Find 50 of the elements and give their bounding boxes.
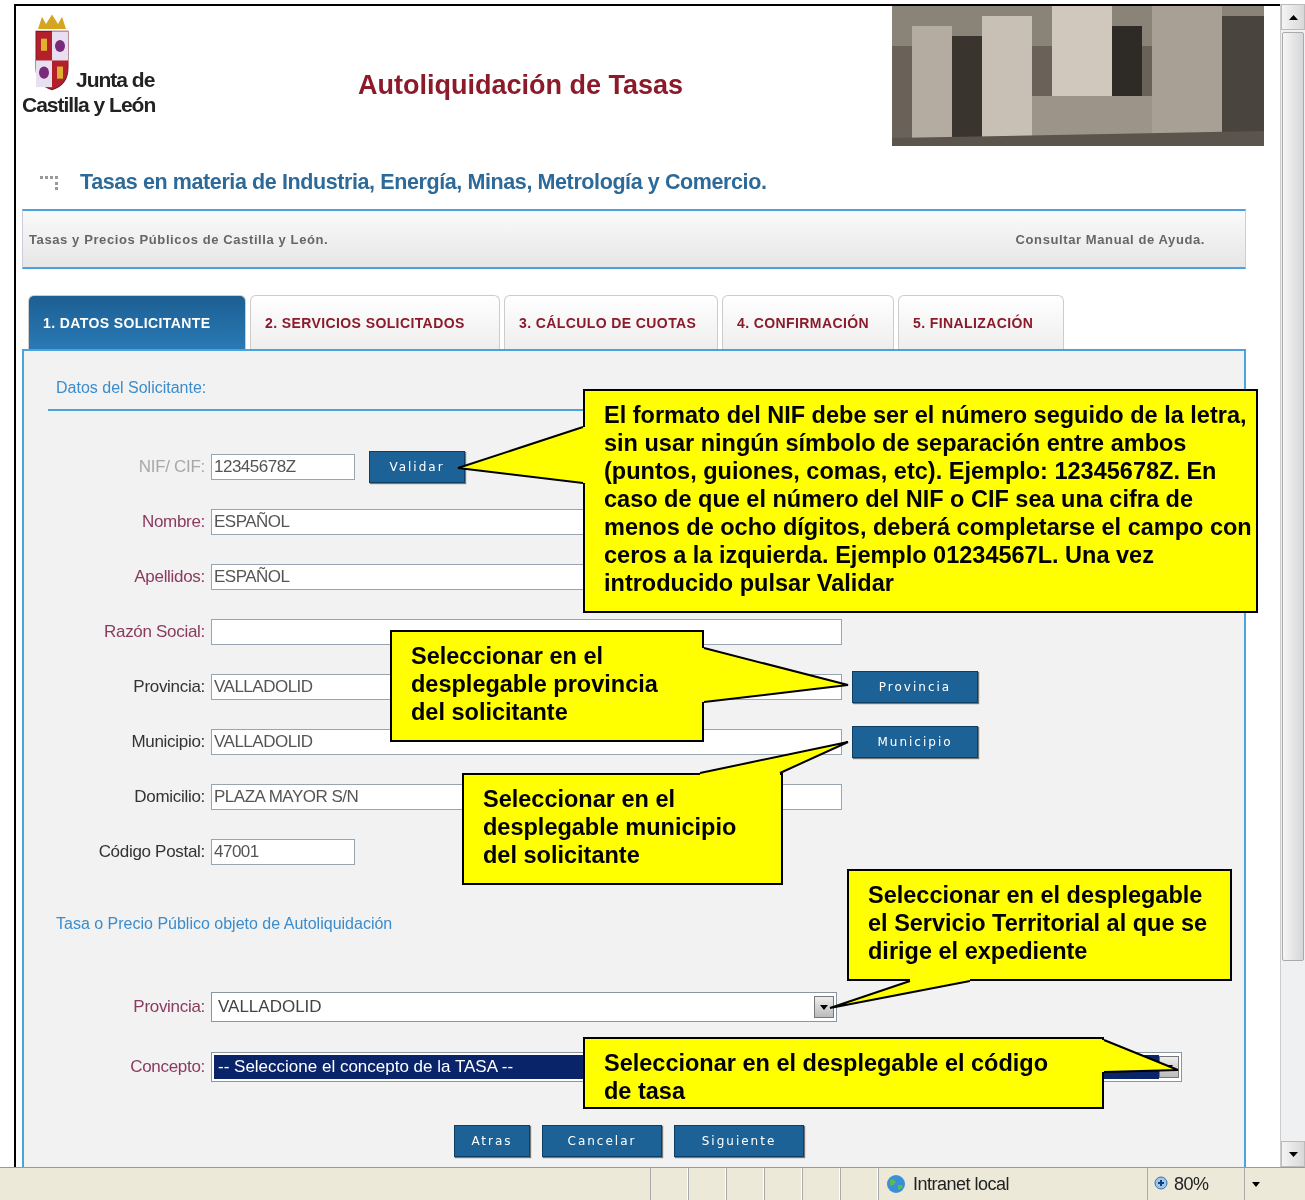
nav-button[interactable]: Atras [454, 1125, 530, 1157]
step-tab[interactable]: 4. CONFIRMACIÓN [722, 295, 894, 349]
field-label: Provincia: [132, 676, 205, 697]
validate-button[interactable]: Provincia [852, 670, 978, 703]
section-heading: Tasa o Precio Público objeto de Autoliquidación [55, 915, 393, 934]
zoom-level[interactable]: 80% [1174, 1173, 1209, 1195]
coat-of-arms-icon [32, 12, 72, 92]
step-tab[interactable]: 1. DATOS SOLICITANTE [28, 295, 246, 349]
dropdown[interactable]: VALLADOLID [211, 992, 837, 1022]
logo-text: Castilla y León [22, 92, 157, 117]
hint-tooltip: Seleccionar en el desplegable provincia del solicitante [390, 630, 704, 742]
input-field[interactable]: 47001 [211, 838, 355, 865]
step-tab[interactable]: 3. CÁLCULO DE CUOTAS [504, 295, 718, 349]
validate-button[interactable]: Municipio [852, 725, 978, 758]
nav-button[interactable]: Siguiente [674, 1125, 804, 1157]
globe-icon [885, 1173, 907, 1195]
scroll-down-icon[interactable] [1281, 1141, 1305, 1167]
status-pane [802, 1168, 840, 1200]
field-label: Municipio: [130, 731, 205, 752]
field-label: Código Postal: [97, 841, 205, 862]
input-field[interactable]: 12345678Z [211, 453, 355, 480]
breadcrumb-text: Tasas y Precios Públicos de Castilla y León. [29, 231, 329, 247]
status-pane [650, 1168, 688, 1200]
status-pane [840, 1168, 878, 1200]
help-link[interactable]: Consultar Manual de Ayuda. [1015, 231, 1205, 247]
section-title: Tasas en materia de Industria, Energía, Minas, Metrología y Comercio. [80, 170, 767, 195]
page-title: Autoliquidación de Tasas [358, 70, 685, 101]
scroll-thumb[interactable] [1282, 32, 1304, 961]
field-label: Razón Social: [103, 621, 205, 642]
validate-button[interactable]: Validar [369, 450, 465, 483]
status-pane [688, 1168, 726, 1200]
field-label: Nombre: [140, 511, 205, 532]
field-label: Concepto: [129, 1057, 205, 1077]
step-tab[interactable]: 5. FINALIZACIÓN [898, 295, 1064, 349]
field-label: NIF/ CIF: [137, 456, 205, 477]
zoom-icon [1154, 1176, 1170, 1192]
hint-tooltip: Seleccionar en el desplegable el código de tasa [583, 1037, 1104, 1109]
scroll-up-icon[interactable] [1281, 4, 1305, 30]
hint-tooltip: El formato del NIF debe ser el número seguido de la letra, sin usar ningún símbolo de separación entre ambos (puntos, guiones, comas, etc). Ejemplo: 12345678Z. En caso de que el número del NIF o CIF sea una cifra de menos de ocho dígitos, deberá completarse el campo con ceros a la izquierda. Ejemplo 01234567L. Una vez introducido pulsar Validar [583, 389, 1258, 613]
field-label: Apellidos: [133, 566, 205, 587]
scrollbar[interactable] [1280, 4, 1305, 1167]
field-label: Domicilio: [133, 786, 205, 807]
status-pane [764, 1168, 802, 1200]
grip-icon [40, 175, 60, 190]
logo-text: Junta de [76, 67, 155, 92]
zone-text: Intranet local [913, 1173, 1010, 1195]
field-label: Provincia: [132, 997, 205, 1017]
status-pane [726, 1168, 764, 1200]
nav-button[interactable]: Cancelar [542, 1125, 662, 1157]
step-tab[interactable]: 2. SERVICIOS SOLICITADOS [250, 295, 500, 349]
